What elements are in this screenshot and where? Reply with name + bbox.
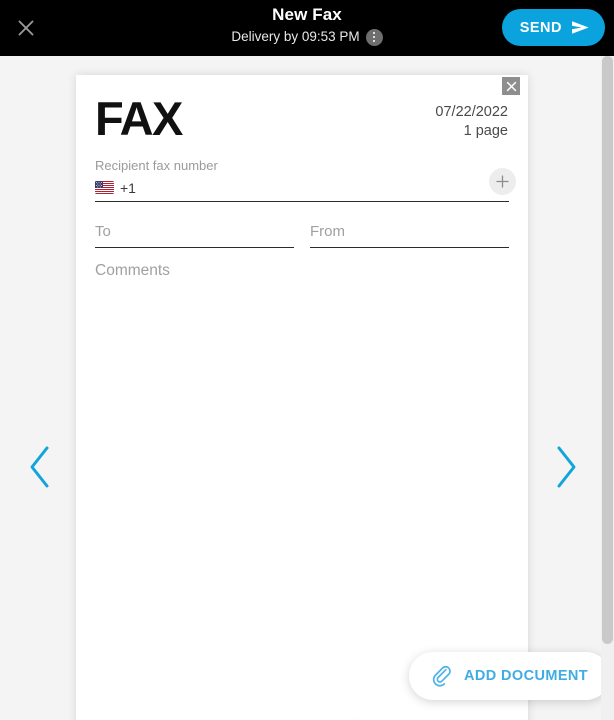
fax-heading: FAX (95, 92, 183, 145)
recipient-fax-number-input[interactable]: +1 (95, 174, 509, 202)
vertical-scrollbar[interactable] (601, 56, 614, 720)
add-document-label: ADD DOCUMENT (464, 668, 589, 684)
delivery-time-label: Delivery by 09:53 PM (231, 29, 360, 44)
scrollbar-thumb[interactable] (602, 56, 613, 644)
fax-date: 07/22/2022 (435, 104, 508, 120)
recipient-fax-number-label: Recipient fax number (95, 158, 218, 173)
delivery-row: Delivery by 09:53 PM (231, 28, 383, 46)
send-paper-plane-icon (571, 20, 590, 35)
send-button-label: SEND (519, 19, 562, 36)
to-from-row: To From (95, 221, 509, 248)
chevron-left-icon (27, 445, 53, 489)
send-button[interactable]: SEND (501, 9, 605, 46)
from-field[interactable]: From (310, 221, 509, 248)
comments-placeholder: Comments (95, 262, 170, 279)
plus-icon (495, 174, 510, 189)
fax-document-sheet: FAX 07/22/2022 1 page Recipient fax numb… (76, 75, 528, 720)
country-dial-code: +1 (120, 179, 136, 196)
new-fax-screen: New Fax Delivery by 09:53 PM SEND FAX 07… (0, 0, 614, 720)
previous-page-button[interactable] (16, 441, 64, 493)
fax-page-count: 1 page (463, 123, 508, 139)
close-x-icon (16, 18, 36, 38)
to-field-placeholder: To (95, 223, 111, 240)
document-meta: 07/22/2022 1 page (435, 103, 508, 140)
app-header: New Fax Delivery by 09:53 PM SEND (0, 0, 614, 56)
from-field-placeholder: From (310, 223, 345, 240)
close-button[interactable] (8, 10, 44, 46)
chevron-right-icon (553, 445, 579, 489)
add-document-button[interactable]: ADD DOCUMENT (409, 652, 611, 700)
to-field[interactable]: To (95, 221, 294, 248)
add-recipient-button[interactable] (489, 168, 516, 195)
document-close-button[interactable] (502, 77, 520, 95)
document-scroll-area[interactable]: FAX 07/22/2022 1 page Recipient fax numb… (0, 56, 614, 720)
kebab-menu-icon[interactable] (365, 28, 383, 46)
paperclip-icon (431, 665, 453, 687)
next-page-button[interactable] (542, 441, 590, 493)
us-flag-icon (95, 181, 114, 194)
close-x-icon (506, 81, 517, 92)
comments-field[interactable]: Comments (95, 261, 509, 621)
